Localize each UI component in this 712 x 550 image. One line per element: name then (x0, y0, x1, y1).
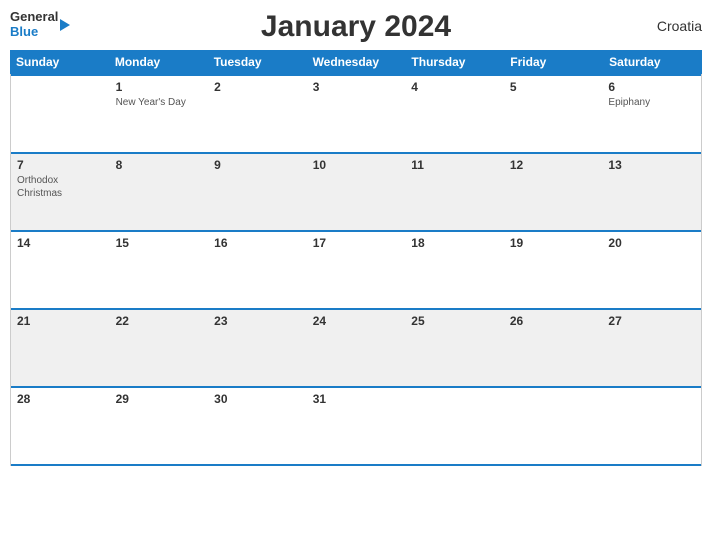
day-cell: 28 (11, 388, 110, 464)
bottom-separator (11, 464, 701, 466)
day-number: 5 (510, 80, 597, 94)
day-cell: 10 (307, 154, 406, 230)
day-number: 22 (116, 314, 203, 328)
day-cell: 6 Epiphany (602, 76, 701, 152)
day-number: 29 (116, 392, 203, 406)
day-number: 17 (313, 236, 400, 250)
month-title: January 2024 (261, 10, 451, 44)
logo-general: General (10, 10, 58, 25)
day-number: 19 (510, 236, 597, 250)
day-cell: 27 (602, 310, 701, 386)
day-number: 24 (313, 314, 400, 328)
day-number: 20 (608, 236, 695, 250)
day-cell: 8 (110, 154, 209, 230)
holiday-name: Orthodox Christmas (17, 174, 104, 200)
calendar-container: General Blue January 2024 Croatia Sunday… (0, 0, 712, 550)
day-number: 14 (17, 236, 104, 250)
day-cell: 17 (307, 232, 406, 308)
day-number: 15 (116, 236, 203, 250)
day-header-thursday: Thursday (405, 50, 504, 74)
day-number: 4 (411, 80, 498, 94)
day-cell: 30 (208, 388, 307, 464)
day-number: 18 (411, 236, 498, 250)
day-cell: 29 (110, 388, 209, 464)
day-number: 3 (313, 80, 400, 94)
day-header-tuesday: Tuesday (208, 50, 307, 74)
day-number: 28 (17, 392, 104, 406)
day-number: 9 (214, 158, 301, 172)
day-cell: 5 (504, 76, 603, 152)
day-cell (405, 388, 504, 464)
day-cell: 23 (208, 310, 307, 386)
day-number: 10 (313, 158, 400, 172)
day-cell (504, 388, 603, 464)
logo-blue: Blue (10, 25, 58, 40)
day-number: 21 (17, 314, 104, 328)
country-label: Croatia (657, 18, 702, 34)
day-number: 25 (411, 314, 498, 328)
day-cell: 13 (602, 154, 701, 230)
day-cell: 1 New Year's Day (110, 76, 209, 152)
logo: General Blue (10, 10, 70, 40)
logo-triangle-icon (60, 18, 70, 36)
day-number: 13 (608, 158, 695, 172)
day-number: 7 (17, 158, 104, 172)
day-number: 23 (214, 314, 301, 328)
day-cell: 26 (504, 310, 603, 386)
day-cell: 19 (504, 232, 603, 308)
day-cell: 25 (405, 310, 504, 386)
day-header-friday: Friday (504, 50, 603, 74)
day-cell: 15 (110, 232, 209, 308)
calendar-header: General Blue January 2024 Croatia (10, 10, 702, 44)
day-cell: 31 (307, 388, 406, 464)
day-cell: 22 (110, 310, 209, 386)
day-header-sunday: Sunday (10, 50, 109, 74)
day-cell: 11 (405, 154, 504, 230)
day-header-monday: Monday (109, 50, 208, 74)
day-number: 11 (411, 158, 498, 172)
day-number: 2 (214, 80, 301, 94)
day-number: 26 (510, 314, 597, 328)
day-cell: 18 (405, 232, 504, 308)
day-cell: 20 (602, 232, 701, 308)
day-header-saturday: Saturday (603, 50, 702, 74)
day-cell: 12 (504, 154, 603, 230)
day-number: 1 (116, 80, 203, 94)
day-number: 6 (608, 80, 695, 94)
day-cell: 3 (307, 76, 406, 152)
day-number: 30 (214, 392, 301, 406)
holiday-name: Epiphany (608, 96, 695, 109)
day-headers: Sunday Monday Tuesday Wednesday Thursday… (10, 50, 702, 74)
day-cell: 9 (208, 154, 307, 230)
day-cell: 7 Orthodox Christmas (11, 154, 110, 230)
day-cell: 16 (208, 232, 307, 308)
day-number: 31 (313, 392, 400, 406)
day-cell: 4 (405, 76, 504, 152)
day-cell (602, 388, 701, 464)
day-header-wednesday: Wednesday (307, 50, 406, 74)
day-cell: 2 (208, 76, 307, 152)
day-cell (11, 76, 110, 152)
day-cell: 21 (11, 310, 110, 386)
calendar-grid: 1New Year's Day23456Epiphany7Orthodox Ch… (10, 74, 702, 466)
day-number: 16 (214, 236, 301, 250)
day-cell: 24 (307, 310, 406, 386)
day-cell: 14 (11, 232, 110, 308)
day-number: 12 (510, 158, 597, 172)
day-number: 8 (116, 158, 203, 172)
logo-text: General Blue (10, 10, 58, 40)
day-number: 27 (608, 314, 695, 328)
holiday-name: New Year's Day (116, 96, 203, 109)
